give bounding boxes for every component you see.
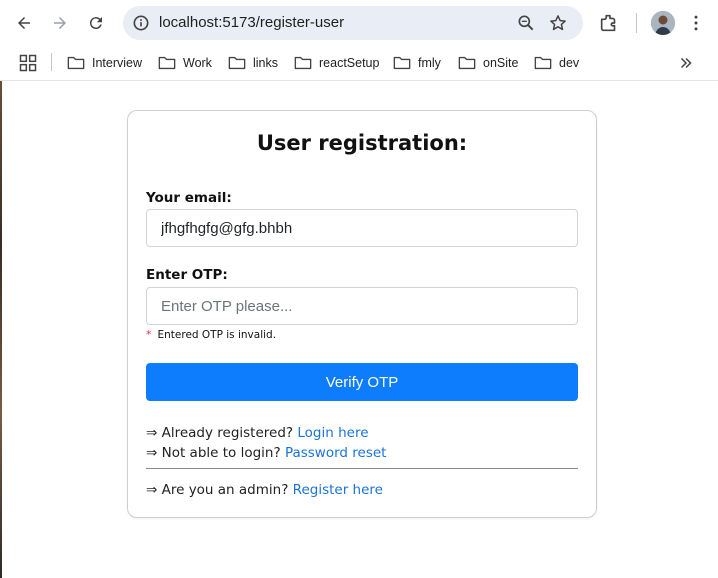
bookmark-interview[interactable]: Interview bbox=[67, 52, 142, 74]
bookmarks-divider bbox=[51, 53, 52, 71]
bookmark-label: links bbox=[253, 56, 279, 70]
login-link[interactable]: Login here bbox=[297, 425, 368, 441]
admin-register-link[interactable]: Register here bbox=[293, 482, 383, 498]
folder-icon bbox=[393, 56, 411, 70]
forward-button[interactable] bbox=[46, 9, 74, 37]
bookmark-label: Work bbox=[183, 56, 212, 70]
otp-error-message: * Entered OTP is invalid. bbox=[146, 328, 276, 341]
bookmark-work[interactable]: Work bbox=[158, 52, 212, 74]
bookmark-links[interactable]: links bbox=[228, 52, 278, 74]
url-text[interactable]: localhost:5173/register-user bbox=[159, 14, 344, 31]
arrow-left-icon bbox=[18, 17, 30, 29]
more-menu-icon[interactable] bbox=[686, 13, 706, 33]
registration-card: User registration: Your email: Enter OTP… bbox=[127, 110, 597, 518]
email-field[interactable] bbox=[146, 209, 578, 247]
bookmarks-bar: Interview Work links reactSetup fmly onS… bbox=[0, 46, 718, 81]
folder-icon bbox=[458, 56, 476, 70]
folder-icon bbox=[534, 56, 552, 70]
bookmark-reactsetup[interactable]: reactSetup bbox=[294, 52, 379, 74]
folder-icon bbox=[67, 56, 85, 70]
error-text: Entered OTP is invalid. bbox=[157, 328, 277, 341]
divider bbox=[146, 468, 578, 469]
password-reset-row: ⇒ Not able to login? Password reset bbox=[146, 445, 386, 461]
reload-icon bbox=[89, 17, 102, 30]
not-able-to-login-text: ⇒ Not able to login? bbox=[146, 445, 281, 461]
already-registered-text: ⇒ Already registered? bbox=[146, 425, 294, 441]
bookmark-dev[interactable]: dev bbox=[534, 52, 579, 74]
bookmark-onsite[interactable]: onSite bbox=[458, 52, 518, 74]
apps-grid-icon[interactable] bbox=[18, 53, 38, 73]
zoom-icon[interactable] bbox=[516, 13, 536, 33]
bookmark-label: onSite bbox=[483, 56, 519, 70]
window-edge bbox=[0, 80, 2, 578]
browser-toolbar: localhost:5173/register-user bbox=[0, 0, 718, 46]
extensions-icon[interactable] bbox=[598, 12, 620, 34]
folder-icon bbox=[158, 56, 176, 70]
bookmark-star-icon[interactable] bbox=[548, 13, 568, 33]
otp-input[interactable] bbox=[146, 287, 578, 325]
login-row: ⇒ Already registered? Login here bbox=[146, 425, 369, 441]
bookmark-label: Interview bbox=[92, 56, 143, 70]
admin-question-text: ⇒ Are you an admin? bbox=[146, 482, 289, 498]
bookmark-label: dev bbox=[559, 56, 580, 70]
profile-avatar[interactable] bbox=[651, 11, 675, 35]
verify-otp-button[interactable]: Verify OTP bbox=[146, 363, 578, 401]
bookmark-fmly[interactable]: fmly bbox=[393, 52, 441, 74]
bookmark-label: reactSetup bbox=[319, 56, 380, 70]
otp-label: Enter OTP: bbox=[146, 267, 228, 283]
admin-row: ⇒ Are you an admin? Register here bbox=[146, 482, 383, 498]
reload-button[interactable] bbox=[82, 9, 110, 37]
folder-icon bbox=[294, 56, 312, 70]
chevron-double-right-icon[interactable] bbox=[677, 54, 695, 72]
page-title: User registration: bbox=[256, 131, 468, 155]
arrow-right-icon bbox=[54, 17, 66, 29]
folder-icon bbox=[228, 56, 246, 70]
site-info-icon[interactable] bbox=[131, 13, 151, 33]
error-marker: * bbox=[146, 328, 152, 341]
back-button[interactable] bbox=[10, 9, 38, 37]
email-label: Your email: bbox=[146, 190, 232, 206]
toolbar-divider bbox=[636, 13, 637, 33]
bookmark-label: fmly bbox=[418, 56, 441, 70]
password-reset-link[interactable]: Password reset bbox=[285, 445, 387, 461]
profile-person-icon bbox=[651, 11, 675, 35]
address-bar[interactable]: localhost:5173/register-user bbox=[123, 6, 583, 40]
